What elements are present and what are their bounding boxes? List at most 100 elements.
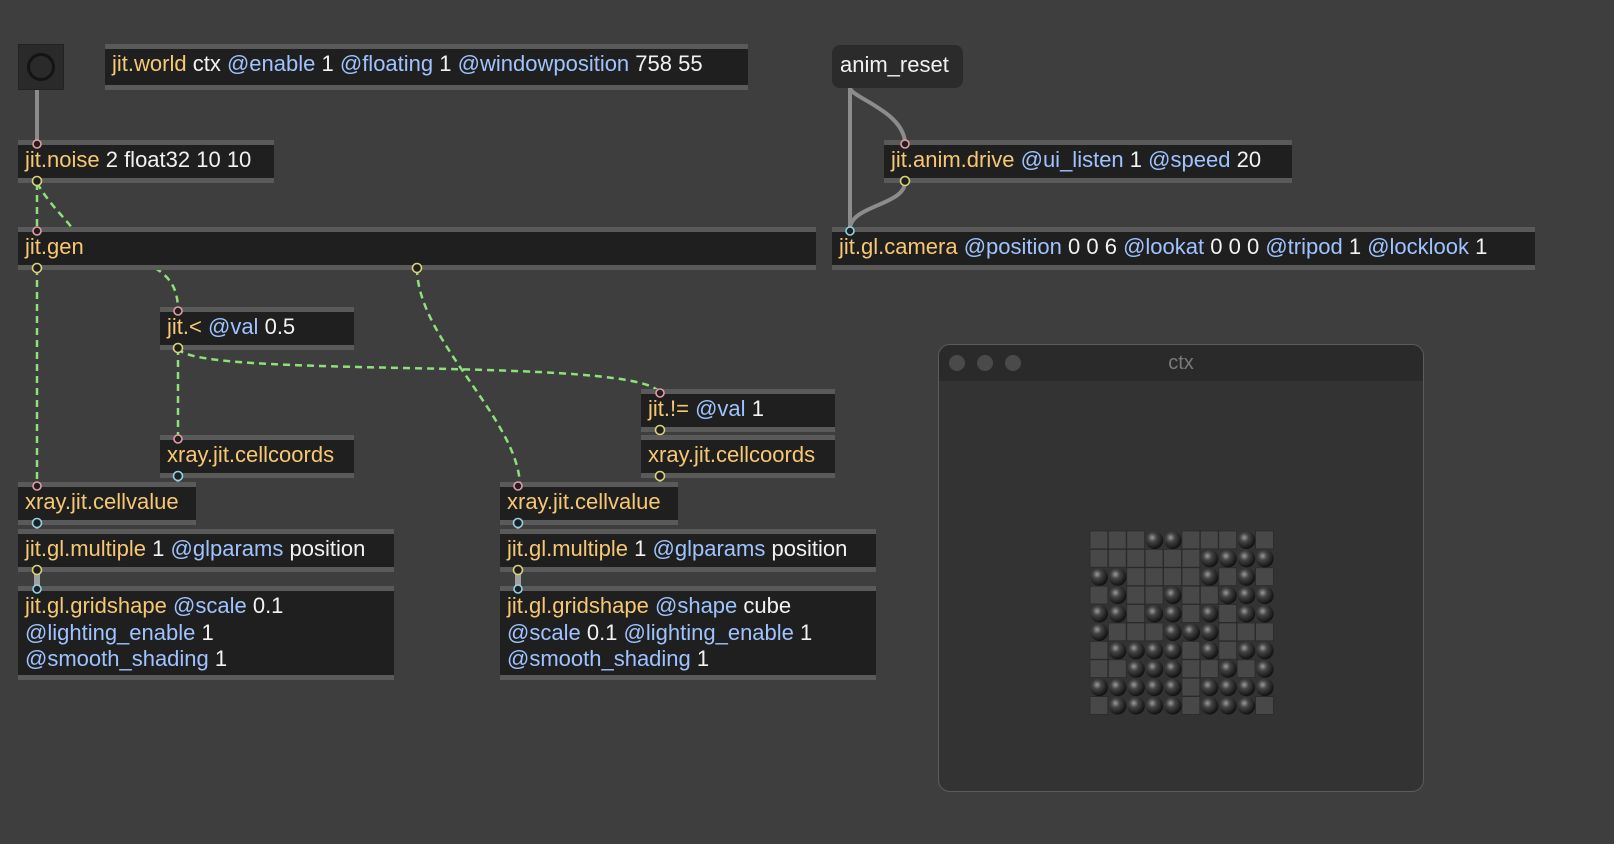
grid-sphere [1256,605,1274,623]
grid-cube [1144,622,1164,642]
grid-cube [1255,530,1274,550]
grid-sphere [1164,660,1182,678]
grid-sphere [1237,531,1256,549]
grid-sphere [1256,641,1274,660]
grid-sphere [1108,605,1127,623]
grid-sphere [1145,641,1164,660]
grid-cube [1126,548,1146,568]
grid-sphere [1145,697,1164,715]
grid-cube [1181,604,1201,623]
grid-cube [1255,696,1274,715]
grid-sphere [1256,678,1274,697]
grid-sphere [1237,549,1256,568]
grid-sphere [1145,660,1164,678]
grid-sphere [1108,568,1127,586]
grid-cube [1126,585,1146,605]
grid-cube [1126,530,1146,550]
grid-cube [1218,640,1237,660]
grid-sphere [1256,549,1274,568]
grid-cube [1199,530,1219,550]
grid-cube [1144,585,1164,605]
grid-cube [1107,548,1127,568]
grid-sphere [1127,660,1145,678]
grid-sphere [1108,678,1127,697]
grid-sphere [1200,623,1219,641]
grid-sphere [1164,623,1182,641]
grid-cube [1218,622,1237,642]
grid-sphere [1127,678,1145,697]
grid-cube [1089,659,1109,678]
grid-sphere [1090,568,1108,586]
grid-sphere [1145,531,1164,549]
grid-sphere [1219,586,1237,605]
grid-sphere [1090,623,1108,641]
window-title: ctx [1168,352,1194,374]
grid-cube [1255,622,1274,642]
grid-cube [1181,530,1201,550]
grid-sphere [1182,623,1200,641]
grid-sphere [1090,605,1108,623]
window-titlebar[interactable]: ctx [939,345,1423,381]
grid-sphere [1108,586,1127,605]
grid-sphere [1145,678,1164,697]
grid-sphere [1127,641,1145,660]
grid-cube [1107,659,1127,678]
grid-sphere [1108,641,1127,660]
grid-cube [1218,567,1237,587]
grid-sphere [1200,605,1219,623]
grid-cube [1163,567,1182,587]
grid-sphere [1219,697,1237,715]
ctx-render-window[interactable]: ctx [938,344,1424,792]
grid-sphere [1237,641,1256,660]
grid-cube [1218,530,1237,550]
grid-sphere [1237,605,1256,623]
grid-cube [1181,659,1201,678]
grid-sphere [1219,549,1237,568]
grid-cube [1199,585,1219,605]
grid-cube [1089,696,1109,715]
grid-sphere [1219,678,1237,697]
grid-sphere [1164,531,1182,549]
grid-cube [1163,548,1182,568]
grid-cube [1181,548,1201,568]
grid-sphere [1237,586,1256,605]
grid-sphere [1256,660,1274,678]
grid-cube [1218,604,1237,623]
grid-sphere [1200,568,1219,586]
grid-cube [1089,640,1109,660]
grid-cube [1236,622,1256,642]
grid-cube [1255,567,1274,587]
grid-sphere [1090,678,1108,697]
grid-sphere [1219,660,1237,678]
grid-sphere [1200,678,1219,697]
grid-sphere [1256,586,1274,605]
grid-cube [1181,677,1201,697]
grid-cube [1144,548,1164,568]
grid-sphere [1145,605,1164,623]
grid-sphere [1164,641,1182,660]
grid-cube [1107,530,1127,550]
grid-sphere [1108,697,1127,715]
grid-cube [1181,567,1201,587]
grid-sphere [1164,586,1182,605]
grid-sphere [1237,568,1256,586]
grid-sphere [1237,678,1256,697]
render-viewport [1089,530,1274,715]
grid-sphere [1200,549,1219,568]
grid-cube [1089,530,1109,550]
grid-sphere [1237,697,1256,715]
grid-cube [1236,659,1256,678]
grid-sphere [1200,641,1219,660]
grid-cube [1181,640,1201,660]
grid-cube [1199,659,1219,678]
grid-cube [1181,585,1201,605]
grid-cube [1126,567,1146,587]
grid-sphere [1164,697,1182,715]
grid-cube [1126,604,1146,623]
grid-cube [1181,696,1201,715]
grid-sphere [1164,678,1182,697]
grid-cube [1089,585,1109,605]
grid-cube [1126,622,1146,642]
grid-cube [1144,567,1164,587]
grid-sphere [1164,605,1182,623]
